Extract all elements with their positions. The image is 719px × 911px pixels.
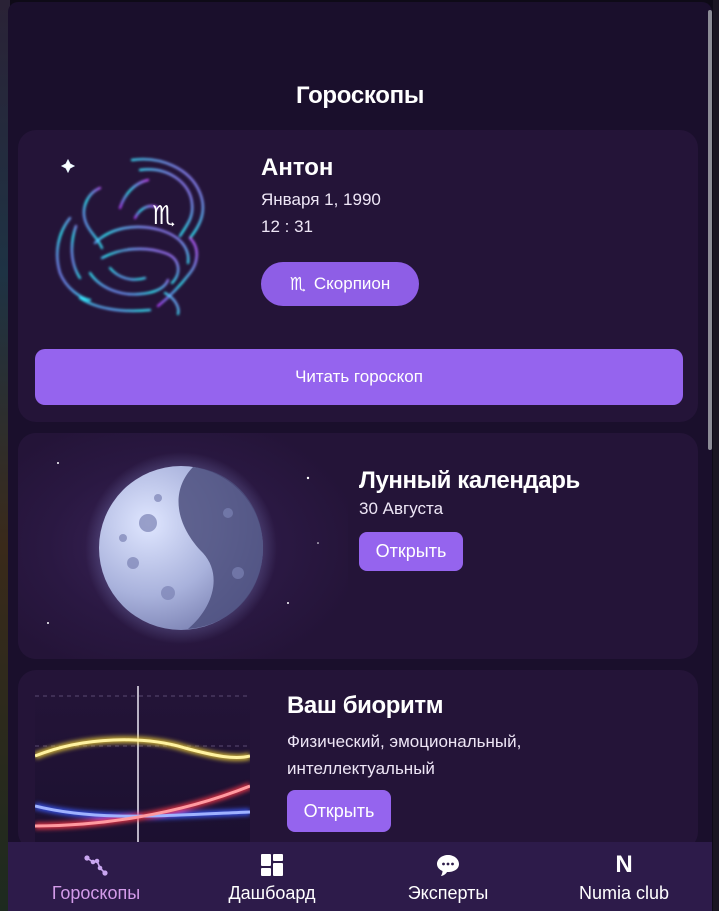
moon-illustration [18, 433, 348, 659]
profile-birth-time: 12 : 31 [261, 217, 313, 236]
biorhythm-open-button[interactable]: Открыть [287, 790, 391, 832]
moon-calendar-title: Лунный календарь [359, 467, 580, 494]
svg-text:♏: ♏ [152, 201, 175, 231]
constellation-icon [83, 852, 109, 878]
zodiac-sign-label: Скорпион [313, 274, 391, 293]
background-strip-right [713, 0, 719, 911]
nav-item-label: Гороскопы [51, 883, 141, 903]
profile-name: Антон [261, 154, 334, 181]
moon-open-button[interactable]: Открыть [359, 532, 463, 571]
nav-item-label: Эксперты [407, 883, 489, 903]
dashboard-grid-icon [259, 852, 285, 878]
read-horoscope-button[interactable]: Читать гороскоп [35, 349, 683, 405]
nav-item-label: Numia club [578, 883, 670, 903]
biorhythm-illustration [35, 686, 250, 850]
moon-calendar-card: Лунный календарь 30 Августа Открыть [18, 433, 698, 659]
moon-calendar-date: 30 Августа [359, 499, 444, 518]
horoscope-card: ♏ Антон Января 1, 1990 12 : 31 ♏ Скорпио… [18, 130, 698, 422]
nav-item-experts[interactable]: Эксперты [360, 842, 536, 911]
biorhythm-description: Физический, эмоциональный, интеллектуаль… [287, 732, 522, 778]
nav-item-dashboard[interactable]: Дашбоард [184, 842, 360, 911]
nav-item-numia-club[interactable]: N Numia club [536, 842, 712, 911]
bottom-navigation: Гороскопы Дашбоард Эксперты N Numia club [8, 842, 712, 911]
nav-item-label: Дашбоард [228, 883, 316, 903]
profile-birth-date: Января 1, 1990 [261, 190, 381, 209]
numia-logo-icon: N [615, 851, 633, 878]
scorpio-sign-icon: ♏ [289, 273, 306, 294]
scorpio-illustration: ♏ [56, 158, 205, 316]
scrollbar[interactable] [708, 10, 712, 450]
nav-item-horoscopes[interactable]: Гороскопы [8, 842, 184, 911]
page-title: Гороскопы [295, 82, 425, 109]
biorhythm-title: Ваш биоритм [287, 692, 444, 719]
biorhythm-card: Ваш биоритм Физический, эмоциональный, и… [18, 670, 698, 850]
zodiac-sign-button[interactable]: ♏ Скорпион [261, 262, 419, 306]
chat-bubbles-icon [435, 852, 461, 878]
app-window: Гороскопы ♏ Антон Января 1, 1990 12: 31… [8, 2, 712, 911]
